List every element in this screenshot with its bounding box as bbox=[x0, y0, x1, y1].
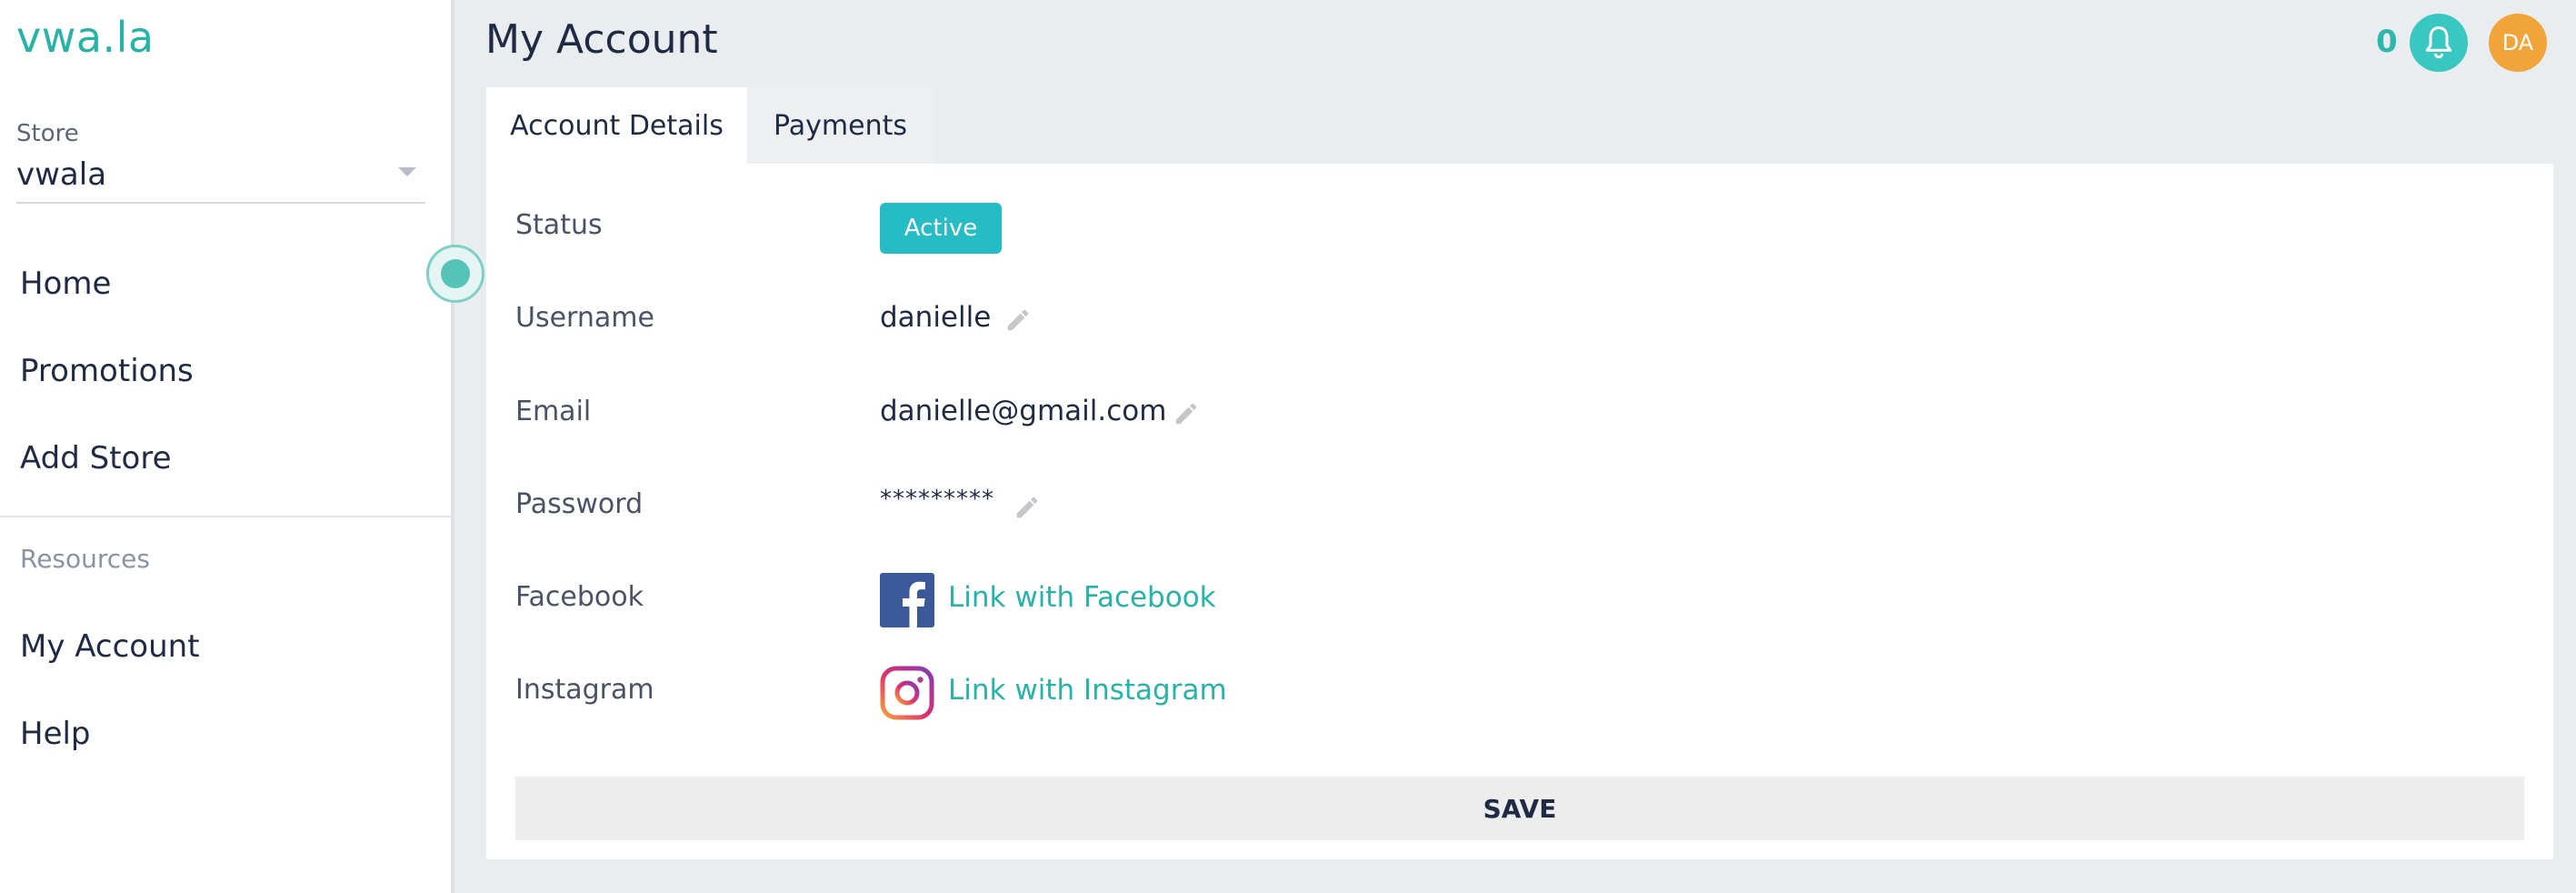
edit-email-icon[interactable] bbox=[1173, 400, 1200, 427]
link-instagram[interactable]: Link with Instagram bbox=[948, 674, 1227, 707]
sidebar-item-home[interactable]: Home bbox=[20, 266, 111, 302]
bell-icon bbox=[2425, 26, 2452, 59]
instagram-label: Instagram bbox=[515, 674, 654, 706]
notification-count: 0 bbox=[2376, 24, 2398, 60]
username-value: danielle bbox=[880, 301, 992, 334]
page-title: My Account bbox=[485, 16, 718, 63]
store-select[interactable]: vwala bbox=[16, 153, 425, 204]
facebook-label: Facebook bbox=[515, 581, 644, 613]
sidebar-divider bbox=[0, 516, 451, 517]
sidebar: vwa.la Store vwala Home Promotions Add S… bbox=[0, 0, 454, 893]
sidebar-collapse-handle[interactable] bbox=[426, 245, 484, 303]
password-label: Password bbox=[515, 488, 644, 520]
sidebar-item-add-store[interactable]: Add Store bbox=[20, 440, 172, 477]
chevron-down-icon bbox=[398, 167, 416, 176]
edit-username-icon[interactable] bbox=[1004, 306, 1032, 334]
username-label: Username bbox=[515, 302, 654, 334]
email-label: Email bbox=[515, 396, 592, 427]
edit-password-icon[interactable] bbox=[1013, 494, 1041, 521]
facebook-icon bbox=[880, 573, 934, 627]
avatar[interactable]: DA bbox=[2489, 14, 2547, 72]
tab-account-details[interactable]: Account Details bbox=[486, 87, 747, 164]
password-value: ********* bbox=[880, 486, 994, 513]
sidebar-item-help[interactable]: Help bbox=[20, 716, 91, 752]
instagram-icon bbox=[880, 666, 934, 720]
status-label: Status bbox=[515, 209, 603, 241]
store-select-value: vwala bbox=[16, 156, 107, 193]
status-badge: Active bbox=[880, 203, 1002, 254]
sidebar-item-my-account[interactable]: My Account bbox=[20, 628, 200, 665]
link-facebook[interactable]: Link with Facebook bbox=[948, 581, 1216, 614]
sidebar-item-promotions[interactable]: Promotions bbox=[20, 353, 194, 389]
sidebar-section-resources: Resources bbox=[20, 544, 150, 574]
email-value: danielle@gmail.com bbox=[880, 395, 1167, 427]
account-details-panel: Status Active Username danielle Email da… bbox=[486, 164, 2553, 859]
notifications-button[interactable] bbox=[2410, 14, 2468, 72]
app-logo[interactable]: vwa.la bbox=[16, 13, 155, 62]
save-button[interactable]: SAVE bbox=[515, 777, 2524, 840]
store-label: Store bbox=[16, 120, 79, 147]
tab-payments[interactable]: Payments bbox=[747, 87, 934, 164]
